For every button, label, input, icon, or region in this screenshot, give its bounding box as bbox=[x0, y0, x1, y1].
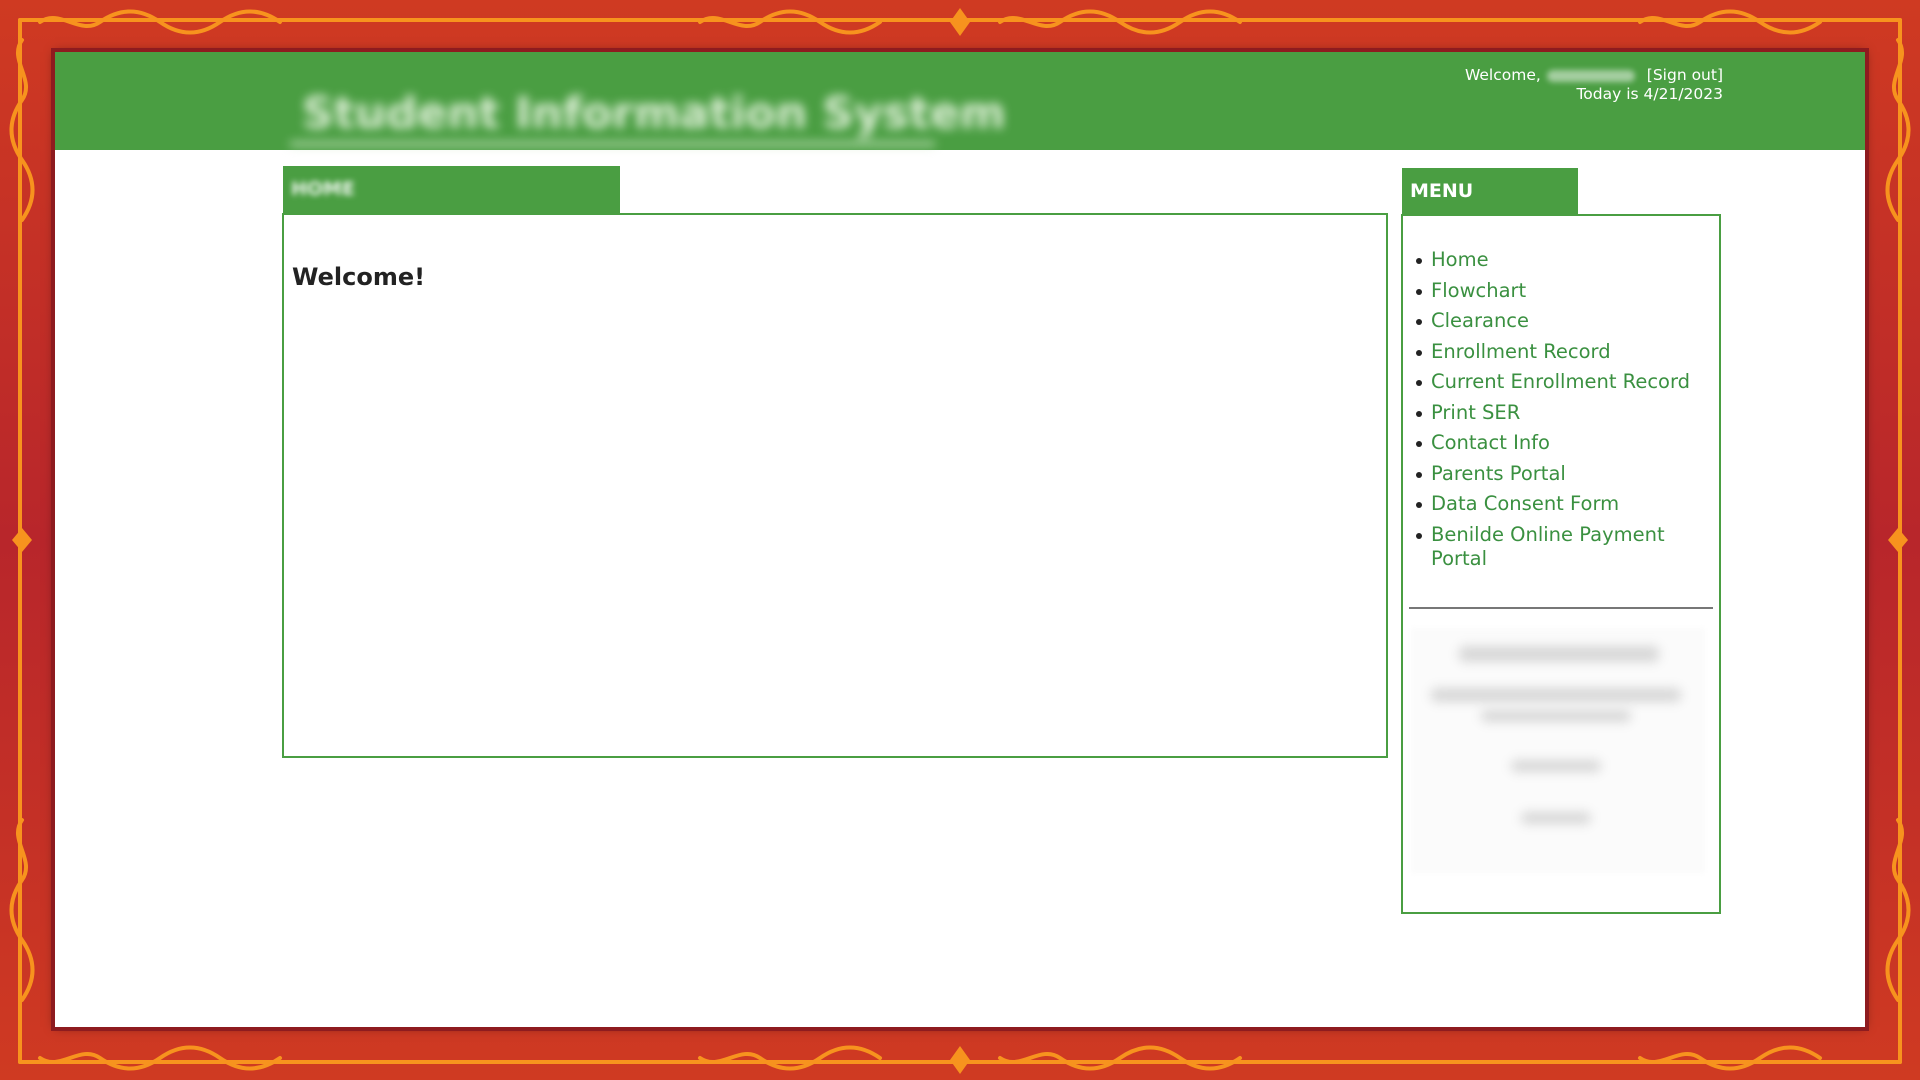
home-tab-label: HOME bbox=[291, 178, 355, 200]
menu-list: Home Flowchart Clearance Enrollment Reco… bbox=[1415, 248, 1705, 577]
menu-tab: MENU bbox=[1402, 168, 1578, 216]
menu-item-online-payment-portal: Benilde Online Payment Portal bbox=[1415, 523, 1705, 571]
menu-link-print-ser[interactable]: Print SER bbox=[1431, 401, 1520, 424]
menu-link-data-consent-form[interactable]: Data Consent Form bbox=[1431, 492, 1619, 515]
browser-page: Student Information System Welcome, [Sign… bbox=[55, 52, 1865, 1027]
home-tab: HOME bbox=[283, 166, 620, 214]
menu-item-current-enrollment-record: Current Enrollment Record bbox=[1415, 370, 1705, 394]
site-header: Student Information System Welcome, [Sign… bbox=[55, 52, 1865, 150]
menu-link-contact-info[interactable]: Contact Info bbox=[1431, 431, 1550, 454]
menu-link-enrollment-record[interactable]: Enrollment Record bbox=[1431, 340, 1611, 363]
menu-divider bbox=[1409, 607, 1713, 609]
menu-link-clearance[interactable]: Clearance bbox=[1431, 309, 1529, 332]
date-text: Today is 4/21/2023 bbox=[1576, 85, 1723, 103]
logo-underline bbox=[290, 142, 935, 146]
menu-link-online-payment-portal[interactable]: Benilde Online Payment Portal bbox=[1431, 523, 1665, 570]
main-content-panel: Welcome! bbox=[282, 213, 1388, 758]
redacted-info-box bbox=[1411, 628, 1705, 873]
menu-item-parents-portal: Parents Portal bbox=[1415, 462, 1705, 486]
menu-item-enrollment-record: Enrollment Record bbox=[1415, 340, 1705, 364]
menu-item-clearance: Clearance bbox=[1415, 309, 1705, 333]
system-title: Student Information System bbox=[302, 88, 1006, 139]
menu-link-parents-portal[interactable]: Parents Portal bbox=[1431, 462, 1566, 485]
menu-item-contact-info: Contact Info bbox=[1415, 431, 1705, 455]
menu-link-current-enrollment-record[interactable]: Current Enrollment Record bbox=[1431, 370, 1690, 393]
menu-link-home[interactable]: Home bbox=[1431, 248, 1489, 271]
sign-out-link[interactable]: [Sign out] bbox=[1647, 66, 1723, 84]
menu-panel: Home Flowchart Clearance Enrollment Reco… bbox=[1401, 214, 1721, 914]
site-logo: Student Information System bbox=[290, 54, 1006, 146]
username-redacted bbox=[1546, 69, 1635, 82]
user-info: Welcome, [Sign out] Today is 4/21/2023 bbox=[1465, 66, 1723, 104]
menu-item-data-consent-form: Data Consent Form bbox=[1415, 492, 1705, 516]
welcome-heading: Welcome! bbox=[292, 263, 426, 291]
menu-item-print-ser: Print SER bbox=[1415, 401, 1705, 425]
welcome-label: Welcome, bbox=[1464, 66, 1541, 84]
menu-item-home: Home bbox=[1415, 248, 1705, 272]
menu-item-flowchart: Flowchart bbox=[1415, 279, 1705, 303]
menu-link-flowchart[interactable]: Flowchart bbox=[1431, 279, 1526, 302]
